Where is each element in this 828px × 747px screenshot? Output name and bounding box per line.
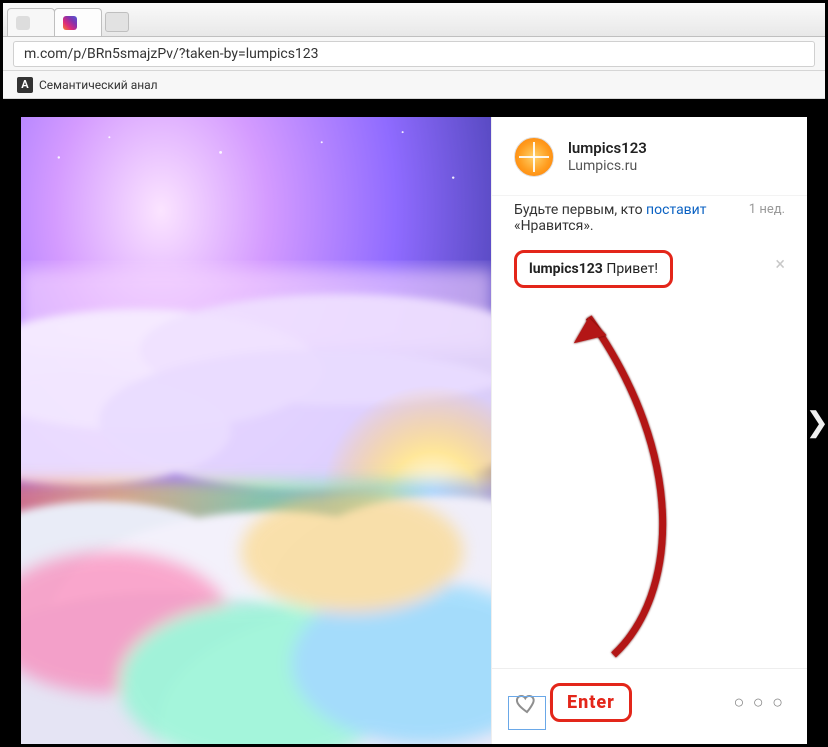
comment-highlight: lumpics123 Привет! bbox=[514, 250, 673, 288]
post-card: lumpics123 Lumpics.ru Будьте первым, кто… bbox=[21, 117, 807, 744]
post-photo[interactable] bbox=[21, 117, 491, 744]
post-username[interactable]: lumpics123 bbox=[568, 139, 647, 158]
likes-text-prefix: Будьте первым, кто bbox=[514, 202, 646, 218]
bookmark-item[interactable]: A Семантический анал bbox=[11, 75, 164, 95]
likes-text-suffix: «Нравится». bbox=[514, 218, 594, 234]
post-location[interactable]: Lumpics.ru bbox=[568, 158, 647, 176]
tab-favicon bbox=[16, 16, 30, 30]
browser-tab-active[interactable] bbox=[54, 8, 102, 36]
new-tab-button[interactable] bbox=[105, 12, 129, 32]
post-time: 1 нед. bbox=[749, 202, 785, 217]
compose-row: Добав ий… Enter ○ ○ ○ bbox=[492, 668, 807, 744]
next-post-chevron[interactable]: ❯ bbox=[806, 405, 825, 438]
likes-row: Будьте первым, кто поставит «Нравится». … bbox=[492, 195, 807, 242]
address-bar: m.com/p/BRn5smajzPv/?taken-by=lumpics123 bbox=[3, 37, 825, 71]
post-sidebar: lumpics123 Lumpics.ru Будьте первым, кто… bbox=[491, 117, 807, 744]
post-header: lumpics123 Lumpics.ru bbox=[492, 117, 807, 195]
bookmark-label: Семантический анал bbox=[39, 78, 158, 92]
comment-username[interactable]: lumpics123 bbox=[529, 261, 603, 277]
browser-tab-strip bbox=[3, 3, 825, 37]
annotation-enter-label: Enter bbox=[550, 683, 632, 722]
comment-text: Привет! bbox=[606, 261, 658, 277]
address-input[interactable]: m.com/p/BRn5smajzPv/?taken-by=lumpics123 bbox=[13, 41, 815, 67]
instagram-icon bbox=[63, 16, 77, 30]
bookmark-favicon: A bbox=[17, 77, 33, 93]
comments-area: lumpics123 Привет! × bbox=[492, 242, 807, 296]
avatar[interactable] bbox=[514, 137, 554, 177]
delete-comment-icon[interactable]: × bbox=[775, 256, 785, 274]
more-options-button[interactable]: ○ ○ ○ bbox=[733, 692, 785, 713]
like-button[interactable] bbox=[514, 690, 540, 716]
bookmarks-bar: A Семантический анал bbox=[3, 71, 825, 99]
page-viewport: lumpics123 Lumpics.ru Будьте первым, кто… bbox=[3, 99, 825, 744]
likes-link[interactable]: поставит bbox=[646, 202, 706, 218]
browser-tab[interactable] bbox=[7, 8, 55, 36]
